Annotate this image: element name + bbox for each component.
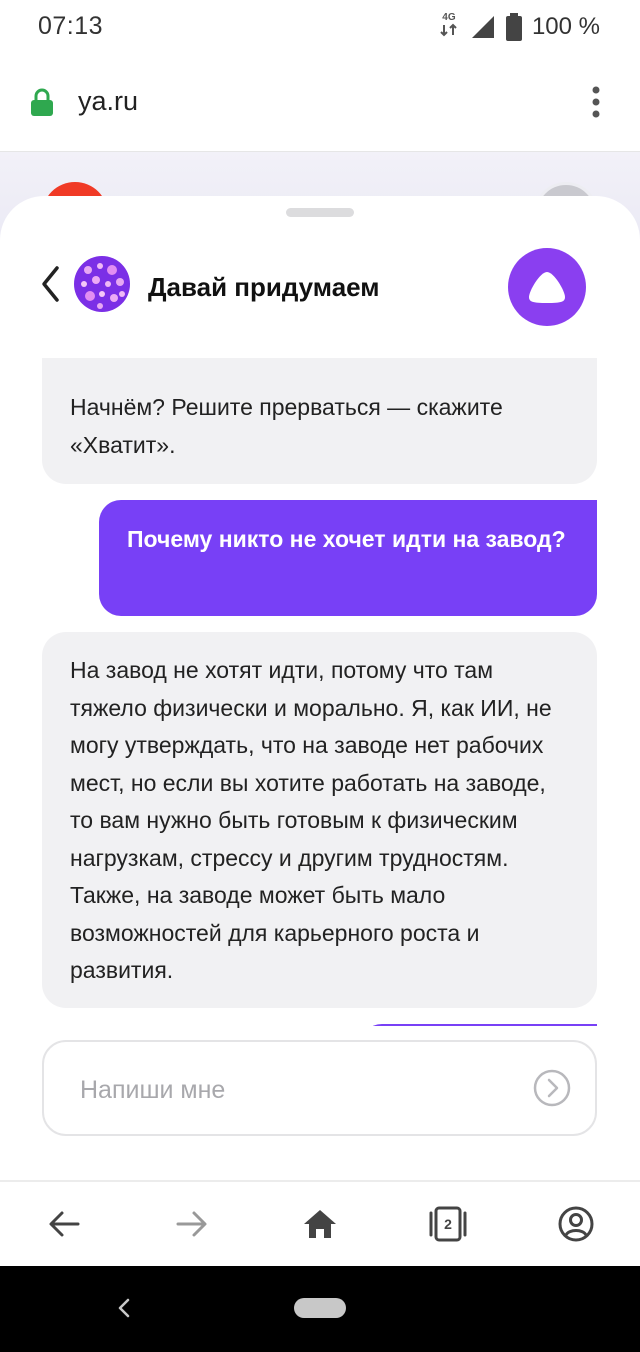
battery-level: 100 % (531, 13, 600, 40)
chevron-left-icon[interactable] (38, 264, 62, 304)
message-input-box[interactable] (42, 1040, 597, 1136)
address-bar[interactable]: ya.ru (0, 54, 640, 152)
url-text[interactable]: ya.ru (78, 86, 138, 117)
home-button[interactable] (300, 1204, 340, 1244)
alice-button[interactable] (508, 248, 586, 326)
message-list[interactable]: Начнём? Решите прерваться — скажите «Хва… (0, 358, 640, 1026)
sheet-grabber[interactable] (286, 208, 354, 217)
user-message-partial (360, 1024, 597, 1026)
chat-title: Давай придумаем (148, 272, 380, 302)
lock-icon[interactable] (30, 88, 54, 116)
chat-sheet: Давай придумаем Начнём? Решите прерватьс… (0, 196, 640, 1186)
system-back-icon[interactable] (114, 1296, 134, 1320)
forward-button[interactable] (172, 1204, 212, 1244)
alice-icon (529, 272, 565, 303)
arrow-back-icon (49, 1211, 80, 1237)
dots-pattern-icon (81, 263, 125, 309)
battery-icon (505, 13, 522, 41)
back-button[interactable] (44, 1204, 84, 1244)
system-navigation-bar (0, 1266, 640, 1352)
user-message: Почему никто не хочет идти на завод? (99, 500, 597, 616)
network-type: 4G (442, 11, 456, 23)
system-home-pill[interactable] (294, 1298, 346, 1318)
status-time: 07:13 (38, 12, 104, 40)
tab-count: 2 (444, 1216, 452, 1232)
tabs-button[interactable]: 2 (428, 1204, 468, 1244)
signal-icon (471, 16, 494, 38)
status-bar: 07:13 4G 100 % (0, 0, 640, 54)
account-button[interactable] (556, 1204, 596, 1244)
browser-toolbar: 2 (0, 1180, 640, 1266)
status-indicators: 4G 100 % (438, 12, 600, 42)
home-icon (304, 1210, 336, 1238)
network-indicator: 4G (438, 11, 460, 42)
skill-avatar (74, 256, 130, 312)
more-vert-icon[interactable] (586, 84, 606, 120)
send-arrow-icon[interactable] (532, 1068, 572, 1108)
arrow-forward-icon (176, 1211, 207, 1237)
message-input[interactable] (80, 1070, 520, 1110)
bot-message: На завод не хотят идти, потому что там т… (42, 632, 597, 1008)
account-icon (558, 1206, 594, 1242)
data-arrows-icon (440, 23, 457, 36)
bot-message: Начнём? Решите прерваться — скажите «Хва… (42, 358, 597, 484)
